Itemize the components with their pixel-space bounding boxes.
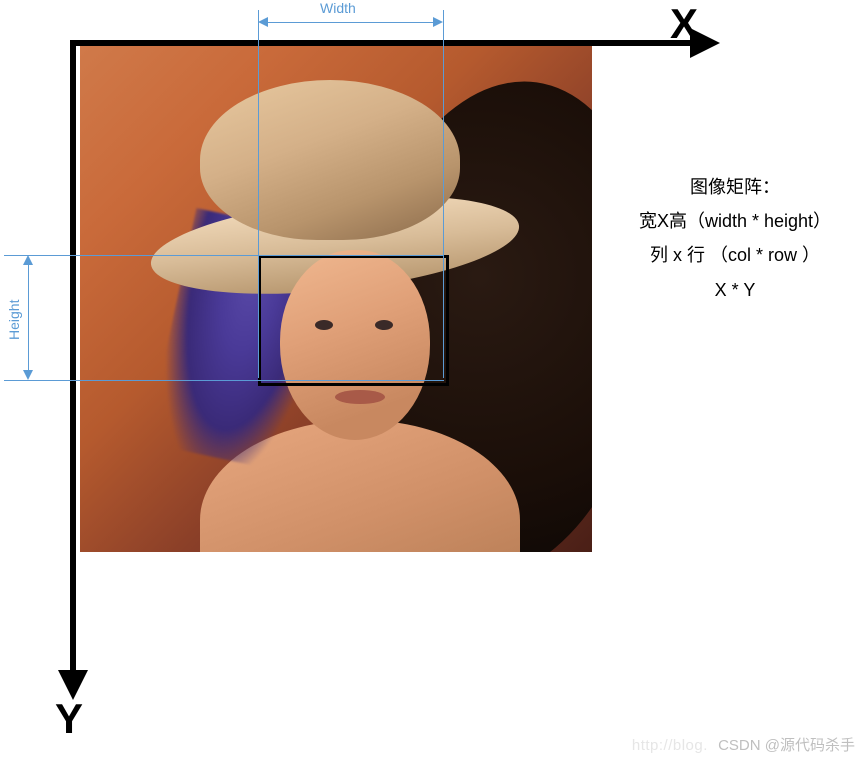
info-line-wh: 宽X高（width * height） <box>610 204 860 238</box>
x-axis-label: X <box>670 0 698 48</box>
width-dimension-label: Width <box>320 0 356 16</box>
width-extension-left <box>258 10 259 378</box>
width-extension-right <box>443 10 444 378</box>
watermark-text: CSDN @源代码杀手 <box>718 737 855 754</box>
height-arrowhead-top-icon <box>23 255 33 265</box>
info-title: 图像矩阵： <box>610 170 860 204</box>
watermark-faint: http://blog. <box>632 737 708 754</box>
y-axis-line <box>70 40 76 670</box>
y-axis-label: Y <box>55 695 83 743</box>
height-extension-bottom <box>4 380 444 381</box>
x-axis-line <box>70 40 690 46</box>
height-dimension-line <box>28 265 29 370</box>
info-text-block: 图像矩阵： 宽X高（width * height） 列 x 行 （col * r… <box>610 170 860 307</box>
info-line-xy: X * Y <box>610 273 860 307</box>
image-detail-hat-top <box>200 80 460 240</box>
image-detail-mouth <box>335 390 385 404</box>
info-line-colrow: 列 x 行 （col * row ） <box>610 238 860 272</box>
width-arrowhead-left-icon <box>258 17 268 27</box>
width-dimension-line <box>268 22 433 23</box>
height-dimension-label: Height <box>6 300 22 340</box>
width-arrowhead-right-icon <box>433 17 443 27</box>
watermark: http://blog. CSDN @源代码杀手 <box>632 734 855 755</box>
height-extension-top <box>4 255 444 256</box>
roi-rectangle <box>258 255 449 386</box>
height-arrowhead-bottom-icon <box>23 370 33 380</box>
diagram-canvas: X Y Width Height 图像矩阵： 宽X高（width * heigh… <box>0 0 865 763</box>
